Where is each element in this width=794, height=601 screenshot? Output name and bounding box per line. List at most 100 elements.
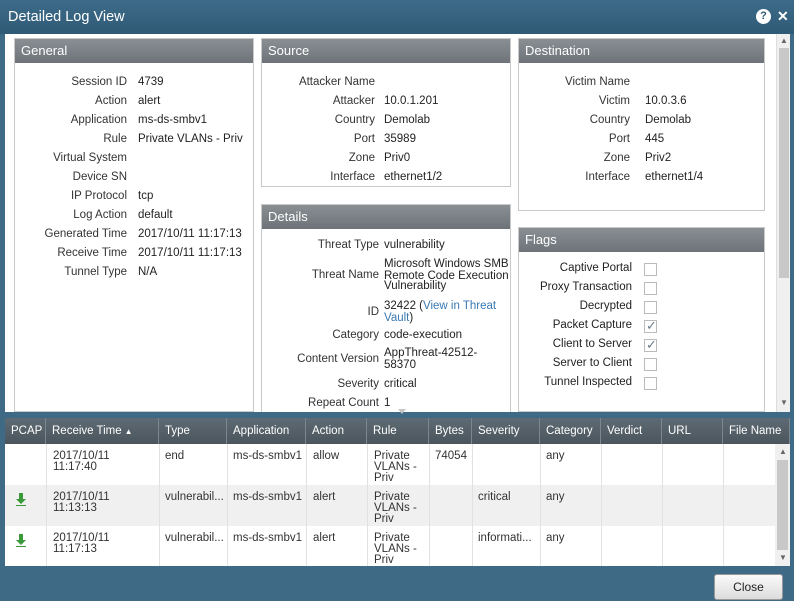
destination-value: Priv2 (645, 152, 672, 164)
general-label: Session ID (71, 76, 127, 88)
column-header-bytes[interactable]: Bytes (429, 418, 472, 444)
flag-label: Decrypted (579, 300, 632, 312)
column-header-type[interactable]: Type (159, 418, 227, 444)
flags-header: Flags (519, 228, 764, 252)
column-header-label: Receive Time (52, 425, 122, 437)
cell-receive-time-text: 11:13:13 (53, 502, 97, 514)
pcap-download-icon[interactable] (16, 493, 26, 506)
source-value: ethernet1/2 (384, 171, 443, 183)
general-label: Generated Time (44, 228, 127, 240)
id-label: ID (367, 306, 380, 318)
flag-label: Client to Server (552, 338, 632, 350)
general-label: Receive Time (57, 247, 127, 259)
source-label: Attacker Name (298, 76, 375, 88)
cell-receive-time-text: 11:17:40 (53, 461, 97, 473)
threat-name-label: Threat Name (311, 269, 379, 281)
column-header-label: Application (233, 425, 290, 437)
column-divider (662, 444, 663, 566)
table-row[interactable]: 2017/10/11 11:17:40 end ms-ds-smbv1 allow Pri… (5, 444, 775, 485)
close-button[interactable]: Close (714, 574, 783, 600)
cell-category: any (546, 491, 565, 503)
column-header-receive-time[interactable]: Receive Time ▲ (46, 418, 159, 444)
view-in-threat-vault-link-2[interactable]: Vault (384, 312, 409, 324)
flag-checkbox (644, 282, 657, 295)
close-x-icon[interactable]: ✕ (777, 8, 789, 25)
column-header-label: URL (668, 425, 692, 437)
source-label: Port (353, 133, 375, 145)
column-header-category[interactable]: Category (540, 418, 601, 444)
general-value: 4739 (138, 76, 164, 88)
column-header-severity[interactable]: Severity (472, 418, 540, 444)
column-header-file-name[interactable]: File Name (723, 418, 790, 444)
cell-category-text: any (546, 532, 565, 544)
destination-label: Country (589, 114, 630, 126)
column-header-url[interactable]: URL (662, 418, 723, 444)
table-header: PCAP Receive Time ▲ Type Application Action Ru… (5, 418, 790, 444)
source-label: Interface (330, 171, 375, 183)
resize-grip-icon[interactable] (392, 408, 412, 416)
cell-rule: Private VLANs - Priv (374, 491, 417, 525)
source-label: Country (334, 114, 375, 126)
cell-rule-text: Priv (374, 513, 394, 525)
table-row[interactable]: 2017/10/11 11:17:13 vulnerabil... ms-ds-smb… (5, 526, 775, 566)
column-header-rule[interactable]: Rule (367, 418, 429, 444)
column-divider (306, 444, 307, 566)
sort-ascending-icon[interactable]: ▲ (125, 427, 133, 436)
content-version-label: Content Version (297, 353, 379, 365)
cell-category-text: any (546, 450, 565, 462)
cell-rule-text: Priv (374, 554, 394, 566)
table-scroll-thumb[interactable] (777, 460, 788, 550)
column-header-verdict[interactable]: Verdict (601, 418, 662, 444)
view-in-threat-vault-link[interactable]: View in Threat (423, 300, 496, 312)
cell-application-text: ms-ds-smbv1 (233, 450, 303, 462)
table-scroll-up-icon[interactable]: ▲ (779, 447, 787, 456)
column-divider (723, 444, 724, 566)
general-value: alert (138, 95, 161, 107)
table-row[interactable]: 2017/10/11 11:13:13 vulnerabil... ms-ds-smb… (5, 485, 775, 526)
flag-label: Tunnel Inspected (544, 376, 632, 388)
cell-bytes: 74054 (435, 450, 467, 462)
cell-severity: critical (478, 491, 511, 503)
destination-label: Interface (585, 171, 630, 183)
cell-receive-time: 2017/10/11 11:13:13 (53, 491, 110, 514)
cell-type-text: end (165, 450, 185, 462)
cell-action: alert (313, 491, 335, 503)
window-title: Detailed Log View (8, 9, 125, 25)
cell-rule-text: Priv (374, 472, 394, 484)
content-version-line-2: 58370 (384, 359, 416, 371)
cell-severity-text: critical (478, 491, 511, 503)
cell-severity: informati... (478, 532, 532, 544)
column-divider (540, 444, 541, 566)
flag-checkbox (644, 377, 657, 390)
category-label: Category (332, 329, 379, 341)
detail-panels: General Session ID 4739 Action alert Applica… (5, 34, 790, 412)
title-bar: Detailed Log View ? ✕ (0, 0, 794, 34)
scroll-up-icon[interactable]: ▲ (780, 36, 788, 45)
cell-application: ms-ds-smbv1 (233, 491, 303, 503)
general-label: Virtual System (53, 152, 127, 164)
cell-type: vulnerabil... (165, 532, 224, 544)
general-label: Action (95, 95, 127, 107)
help-icon[interactable]: ? (756, 9, 771, 24)
pcap-download-icon[interactable] (16, 534, 26, 547)
cell-type-text: vulnerabil... (165, 532, 224, 544)
general-label: Tunnel Type (64, 266, 127, 278)
column-divider (46, 444, 47, 566)
column-header-action[interactable]: Action (306, 418, 367, 444)
table-scrollbar[interactable]: ▲ ▼ (775, 444, 790, 566)
column-header-label: Type (165, 425, 190, 437)
cell-application-text: ms-ds-smbv1 (233, 532, 303, 544)
cell-application-text: ms-ds-smbv1 (233, 491, 303, 503)
column-header-pcap[interactable]: PCAP (5, 418, 46, 444)
destination-value: Demolab (645, 114, 692, 126)
details-scrollbar[interactable]: ▲ ▼ (776, 34, 790, 412)
general-label: Rule (103, 133, 127, 145)
table-scroll-down-icon[interactable]: ▼ (779, 553, 787, 562)
destination-value: 445 (645, 133, 665, 145)
related-logs-table: PCAP Receive Time ▲ Type Application Action Ru… (5, 418, 790, 566)
details-panel: Details Threat Type vulnerability Threat… (261, 204, 511, 412)
scroll-down-icon[interactable]: ▼ (780, 398, 788, 407)
cell-bytes-text: 74054 (435, 450, 467, 462)
scroll-thumb[interactable] (779, 48, 789, 278)
column-header-application[interactable]: Application (227, 418, 306, 444)
